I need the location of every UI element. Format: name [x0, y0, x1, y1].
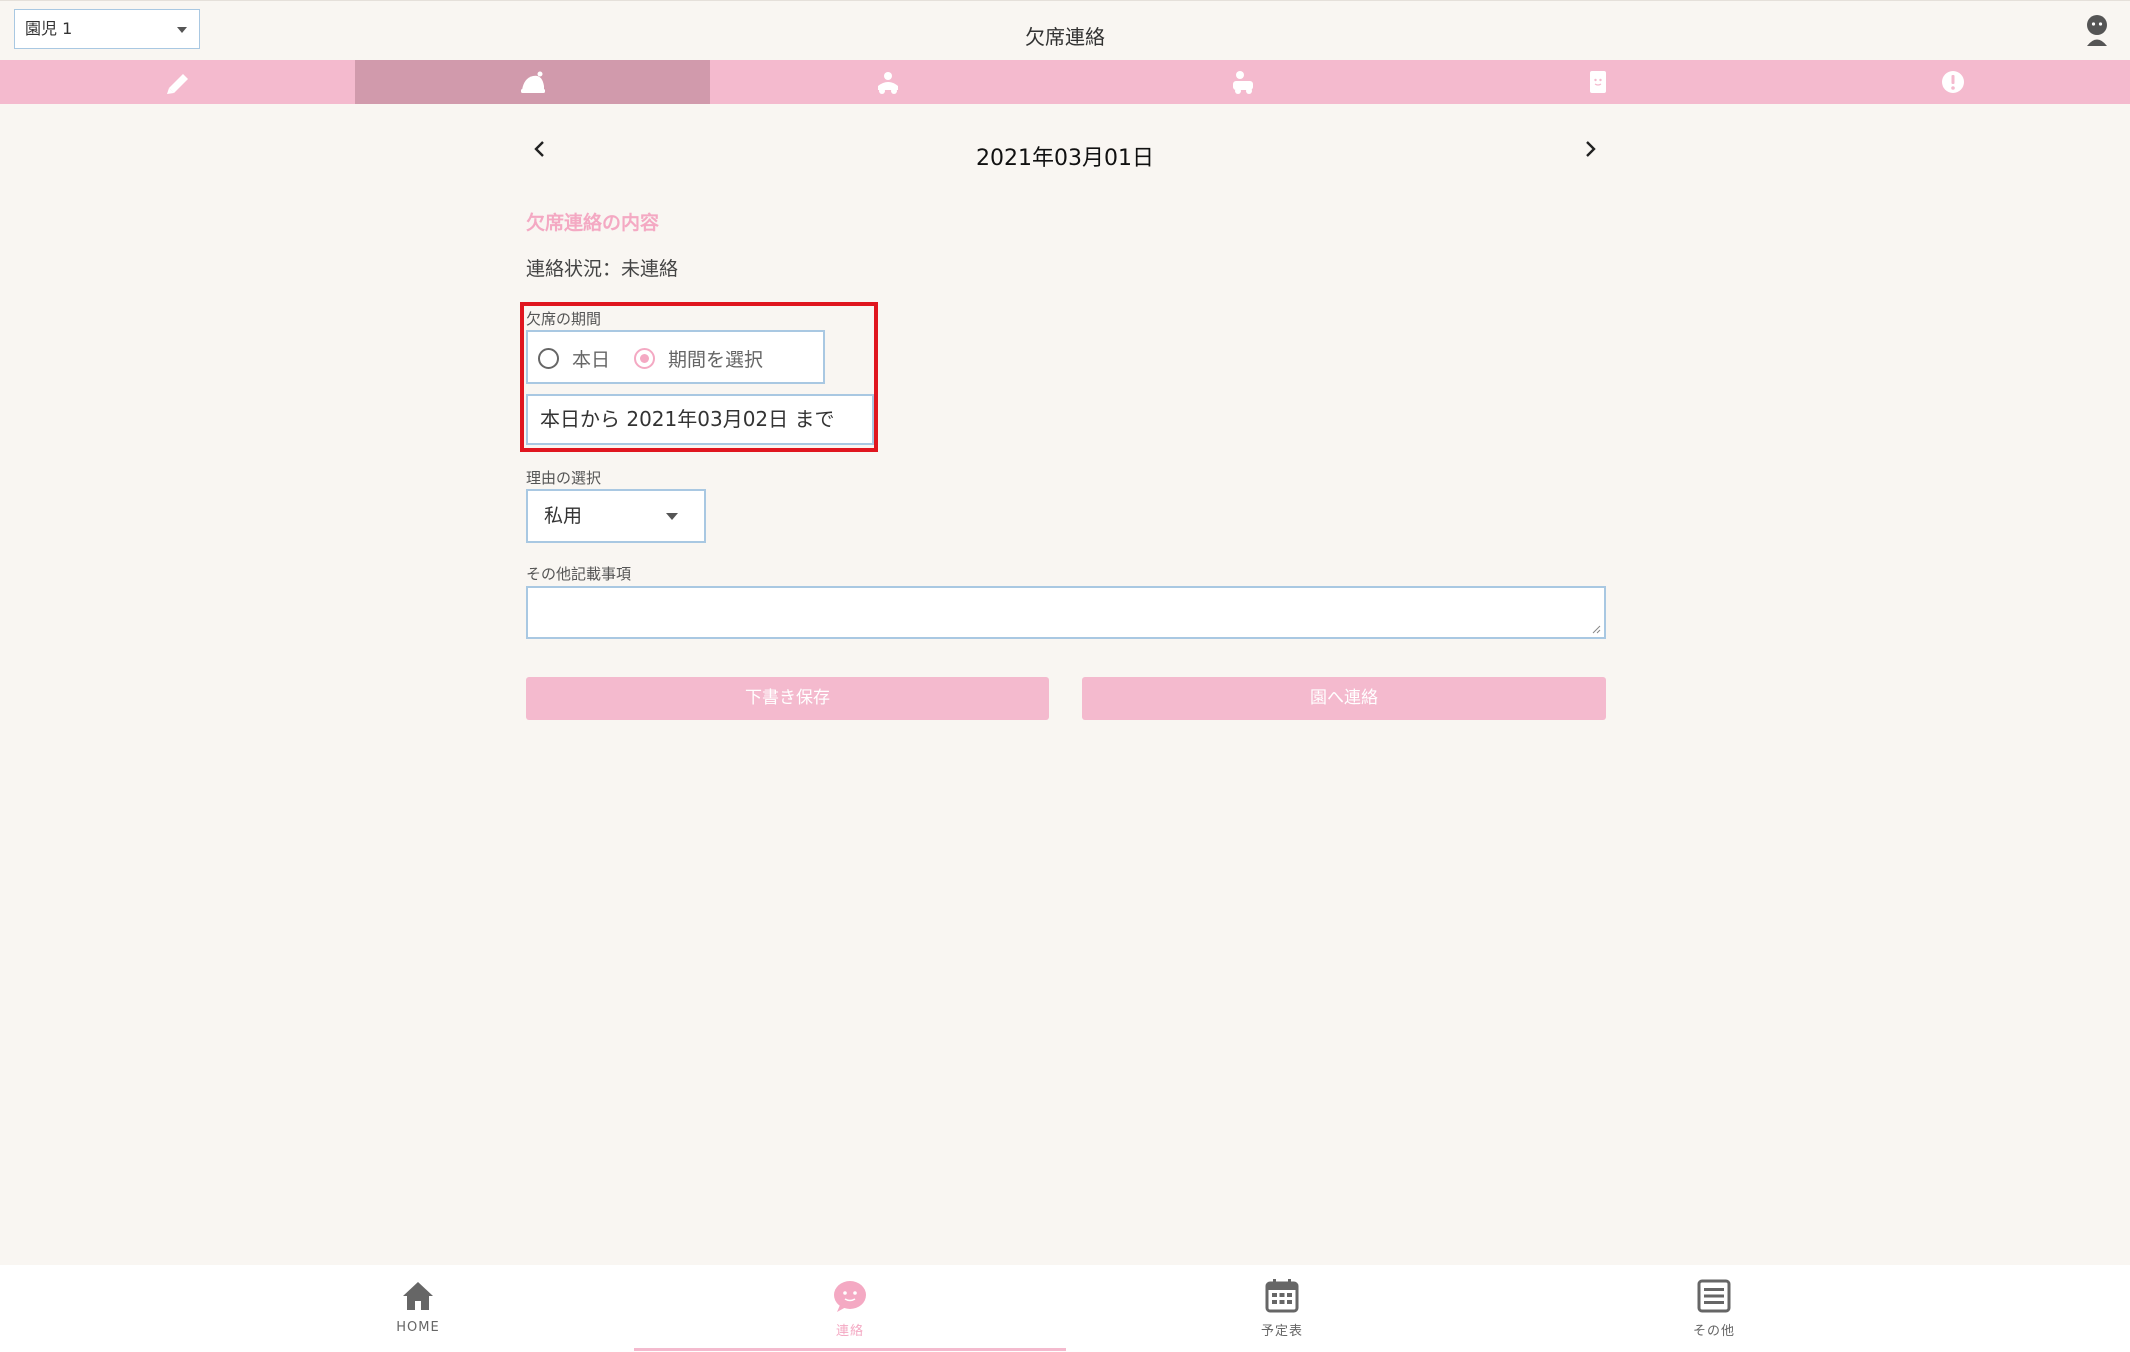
- sticker-icon: [1589, 71, 1606, 93]
- tab-notebook[interactable]: [0, 60, 355, 104]
- bus-icon: [1232, 71, 1253, 94]
- section-title: 欠席連絡の内容: [526, 212, 660, 234]
- date-navigation: 2021年03月01日: [525, 130, 1605, 180]
- radio-select-period-label: 期間を選択: [668, 349, 764, 371]
- tab-sticker[interactable]: [1420, 60, 1775, 104]
- alert-icon: [1941, 71, 1964, 93]
- period-range-field[interactable]: 本日から 2021年03月02日 まで: [526, 394, 874, 445]
- send-to-school-button[interactable]: 園へ連絡: [1082, 677, 1606, 720]
- radio-circle[interactable]: [634, 348, 655, 369]
- radio-circle[interactable]: [538, 348, 559, 369]
- category-tabbar: [0, 60, 2130, 104]
- resize-grip-icon[interactable]: [1591, 624, 1601, 634]
- bottom-nav-contact[interactable]: 連絡: [634, 1265, 1066, 1352]
- calendar-icon: [1265, 1279, 1299, 1313]
- radio-today[interactable]: 本日: [538, 345, 610, 372]
- page-title: 欠席連絡: [1025, 25, 1105, 49]
- chat-icon: [834, 1281, 866, 1312]
- radio-today-label: 本日: [572, 349, 611, 371]
- chevron-down-icon: [666, 513, 678, 520]
- radio-select-period[interactable]: 期間を選択: [634, 345, 763, 372]
- bottom-navigation: HOME 連絡 予定表 その他: [0, 1265, 2130, 1352]
- absence-period-radio-group: 本日 期間を選択: [526, 330, 825, 384]
- bottom-nav-other-label: その他: [1692, 1324, 1735, 1339]
- bottom-nav-schedule[interactable]: 予定表: [1066, 1265, 1498, 1352]
- home-icon: [403, 1282, 433, 1310]
- notes-label: その他記載事項: [526, 565, 632, 583]
- app-header: 園児 1 欠席連絡: [0, 0, 2130, 61]
- reason-label: 理由の選択: [526, 469, 602, 487]
- tab-pickup[interactable]: [710, 60, 1065, 104]
- bottom-nav-home-label: HOME: [396, 1320, 440, 1335]
- bottom-nav-home[interactable]: HOME: [202, 1265, 634, 1352]
- notes-textarea[interactable]: [526, 586, 1606, 639]
- reason-select[interactable]: 私用: [526, 489, 706, 543]
- tab-bus[interactable]: [1065, 60, 1420, 104]
- user-avatar-icon[interactable]: [2082, 13, 2112, 47]
- pickup-icon: [877, 72, 898, 94]
- active-tab-indicator: [634, 1348, 1066, 1351]
- absence-period-label: 欠席の期間: [526, 310, 602, 328]
- bottom-nav-other[interactable]: その他: [1498, 1265, 1930, 1352]
- sick-child-icon: [520, 71, 545, 93]
- tab-absence[interactable]: [355, 60, 710, 104]
- notebook-icon: [166, 74, 188, 94]
- contact-status: 連絡状況：未連絡: [526, 258, 679, 280]
- reason-select-value: 私用: [544, 505, 583, 527]
- current-date: 2021年03月01日: [976, 146, 1154, 171]
- bottom-nav-contact-label: 連絡: [835, 1324, 864, 1339]
- menu-icon: [1697, 1279, 1731, 1313]
- save-draft-button[interactable]: 下書き保存: [526, 677, 1049, 720]
- chevron-right-icon[interactable]: [1575, 134, 1605, 164]
- tab-alert[interactable]: [1775, 60, 2130, 104]
- bottom-nav-schedule-label: 予定表: [1260, 1324, 1303, 1339]
